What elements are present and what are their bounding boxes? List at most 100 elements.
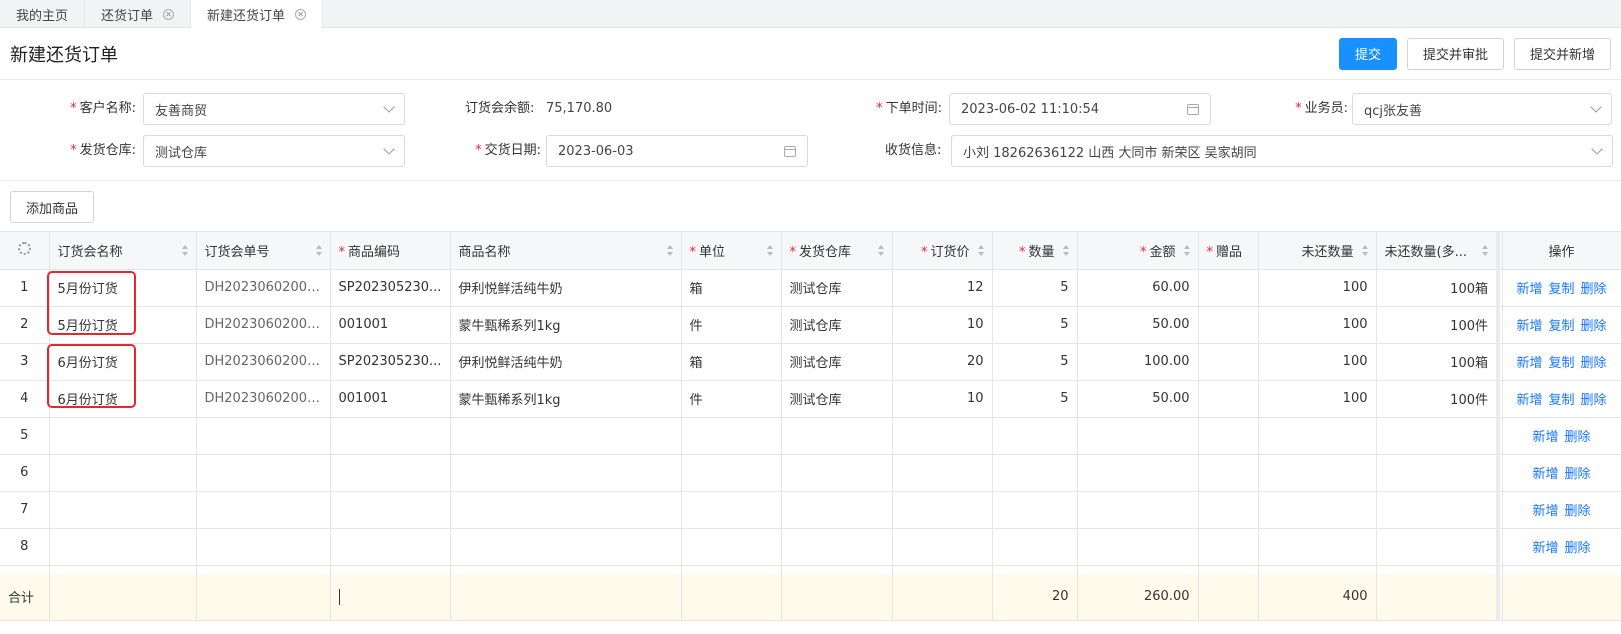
empty-cell[interactable] <box>892 417 993 455</box>
empty-cell[interactable] <box>781 417 893 455</box>
cell-code[interactable]: SP202305230... <box>330 343 451 381</box>
delete-row-link[interactable]: 删除 <box>1581 319 1607 334</box>
cell-warehouse[interactable]: 测试仓库 <box>781 306 893 344</box>
empty-cell[interactable] <box>781 454 893 492</box>
delete-row-link[interactable]: 删除 <box>1581 356 1607 371</box>
empty-cell[interactable] <box>330 528 451 566</box>
empty-cell[interactable] <box>1258 417 1377 455</box>
sort-icon[interactable] <box>1361 245 1368 256</box>
cell-fair-no[interactable]: DH202306020002 <box>196 306 331 344</box>
customer-select[interactable]: 友善商贸 <box>143 93 405 125</box>
sort-icon[interactable] <box>766 245 773 256</box>
copy-row-link[interactable]: 复制 <box>1548 282 1574 297</box>
cell-unreturned-multi[interactable]: 100箱 <box>1376 343 1499 381</box>
delete-row-link[interactable]: 删除 <box>1565 541 1591 556</box>
warehouse-select[interactable]: 测试仓库 <box>143 135 405 167</box>
cell-qty[interactable]: 5 <box>992 306 1078 344</box>
empty-cell[interactable] <box>1077 417 1199 455</box>
cell-fair-no[interactable]: DH202306020001 <box>196 343 331 381</box>
sort-icon[interactable] <box>666 245 673 256</box>
empty-cell[interactable] <box>450 528 682 566</box>
cell-warehouse[interactable]: 测试仓库 <box>781 343 893 381</box>
cell-name[interactable]: 伊利悦鲜活纯牛奶 <box>450 343 682 381</box>
cell-price[interactable]: 20 <box>892 343 993 381</box>
cell-unit[interactable]: 箱 <box>681 343 782 381</box>
cell-unreturned[interactable]: 100 <box>1258 269 1377 307</box>
receiver-select[interactable]: 小刘 18262636122 山西 大同市 新荣区 吴家胡同 <box>951 135 1613 167</box>
header-qty[interactable]: * 数量 <box>992 232 1078 270</box>
empty-cell[interactable] <box>992 491 1078 529</box>
empty-cell[interactable] <box>992 454 1078 492</box>
cell-code[interactable]: 001001 <box>330 306 451 344</box>
header-goods-code[interactable]: * 商品编码 <box>330 232 451 270</box>
cell-amount[interactable]: 50.00 <box>1077 306 1199 344</box>
cell-unit[interactable]: 件 <box>681 380 782 418</box>
summary-input-cell[interactable] <box>330 574 451 621</box>
cell-code[interactable]: 001001 <box>330 380 451 418</box>
salesman-select[interactable]: qcj张友善 <box>1352 93 1612 125</box>
cell-unreturned[interactable]: 100 <box>1258 306 1377 344</box>
cell-price[interactable]: 12 <box>892 269 993 307</box>
submit-new-button[interactable]: 提交并新增 <box>1513 37 1611 70</box>
empty-cell[interactable] <box>196 528 331 566</box>
tab-new-return-order[interactable]: 新建还货订单 ✕ <box>191 0 324 29</box>
header-fair-name[interactable]: 订货会名称 <box>49 232 197 270</box>
header-amount[interactable]: * 金额 <box>1077 232 1199 270</box>
column-settings[interactable] <box>0 232 50 270</box>
table-row[interactable]: 8 新增 删除 <box>0 528 1621 566</box>
header-unit[interactable]: * 单位 <box>681 232 782 270</box>
cell-unreturned-multi[interactable]: 100件 <box>1376 306 1499 344</box>
empty-cell[interactable] <box>681 454 782 492</box>
cell-unreturned[interactable]: 100 <box>1258 343 1377 381</box>
submit-approve-button[interactable]: 提交并审批 <box>1406 37 1504 70</box>
empty-cell[interactable] <box>450 491 682 529</box>
cell-fair-no[interactable]: DH202306020001 <box>196 380 331 418</box>
order-time-picker[interactable]: 2023-06-02 11:10:54 <box>949 93 1211 125</box>
empty-cell[interactable] <box>892 528 993 566</box>
empty-cell[interactable] <box>1198 454 1259 492</box>
table-row[interactable]: 4 6月份订货 DH202306020001 001001 蒙牛甄稀系列1kg 件测试仓库… <box>0 380 1621 418</box>
empty-cell[interactable] <box>1198 417 1259 455</box>
cell-price[interactable]: 10 <box>892 306 993 344</box>
cell-name[interactable]: 蒙牛甄稀系列1kg <box>450 306 682 344</box>
delete-row-link[interactable]: 删除 <box>1565 504 1591 519</box>
header-goods-name[interactable]: 商品名称 <box>450 232 682 270</box>
header-warehouse[interactable]: * 发货仓库 <box>781 232 893 270</box>
cell-gift[interactable] <box>1198 380 1259 418</box>
table-row[interactable]: 5 新增 删除 <box>0 417 1621 455</box>
empty-cell[interactable] <box>1077 454 1199 492</box>
add-row-link[interactable]: 新增 <box>1516 282 1542 297</box>
cell-name[interactable]: 蒙牛甄稀系列1kg <box>450 380 682 418</box>
cell-unit[interactable]: 箱 <box>681 269 782 307</box>
add-goods-button[interactable]: 添加商品 <box>10 191 95 223</box>
cell-unreturned-multi[interactable]: 100件 <box>1376 380 1499 418</box>
cell-qty[interactable]: 5 <box>992 269 1078 307</box>
empty-cell[interactable] <box>49 454 197 492</box>
sort-icon[interactable] <box>1482 245 1488 256</box>
empty-cell[interactable] <box>1198 491 1259 529</box>
table-row[interactable]: 6 新增 删除 <box>0 454 1621 492</box>
add-row-link[interactable]: 新增 <box>1532 541 1558 556</box>
gear-icon[interactable] <box>17 241 31 255</box>
empty-cell[interactable] <box>1258 528 1377 566</box>
cell-qty[interactable]: 5 <box>992 343 1078 381</box>
empty-cell[interactable] <box>892 454 993 492</box>
empty-cell[interactable] <box>1376 528 1499 566</box>
cell-gift[interactable] <box>1198 269 1259 307</box>
close-icon[interactable]: ✕ <box>163 8 175 20</box>
cell-warehouse[interactable]: 测试仓库 <box>781 380 893 418</box>
delivery-date-picker[interactable]: 2023-06-03 <box>546 135 808 167</box>
header-price[interactable]: * 订货价 <box>892 232 993 270</box>
empty-cell[interactable] <box>450 417 682 455</box>
cell-unreturned-multi[interactable]: 100箱 <box>1376 269 1499 307</box>
tab-return-orders[interactable]: 还货订单 ✕ <box>85 0 192 28</box>
empty-cell[interactable] <box>681 491 782 529</box>
cell-warehouse[interactable]: 测试仓库 <box>781 269 893 307</box>
cell-amount[interactable]: 100.00 <box>1077 343 1199 381</box>
empty-cell[interactable] <box>1258 454 1377 492</box>
empty-cell[interactable] <box>49 417 197 455</box>
cell-unreturned[interactable]: 100 <box>1258 380 1377 418</box>
cell-gift[interactable] <box>1198 343 1259 381</box>
cell-amount[interactable]: 50.00 <box>1077 380 1199 418</box>
cell-gift[interactable] <box>1198 306 1259 344</box>
